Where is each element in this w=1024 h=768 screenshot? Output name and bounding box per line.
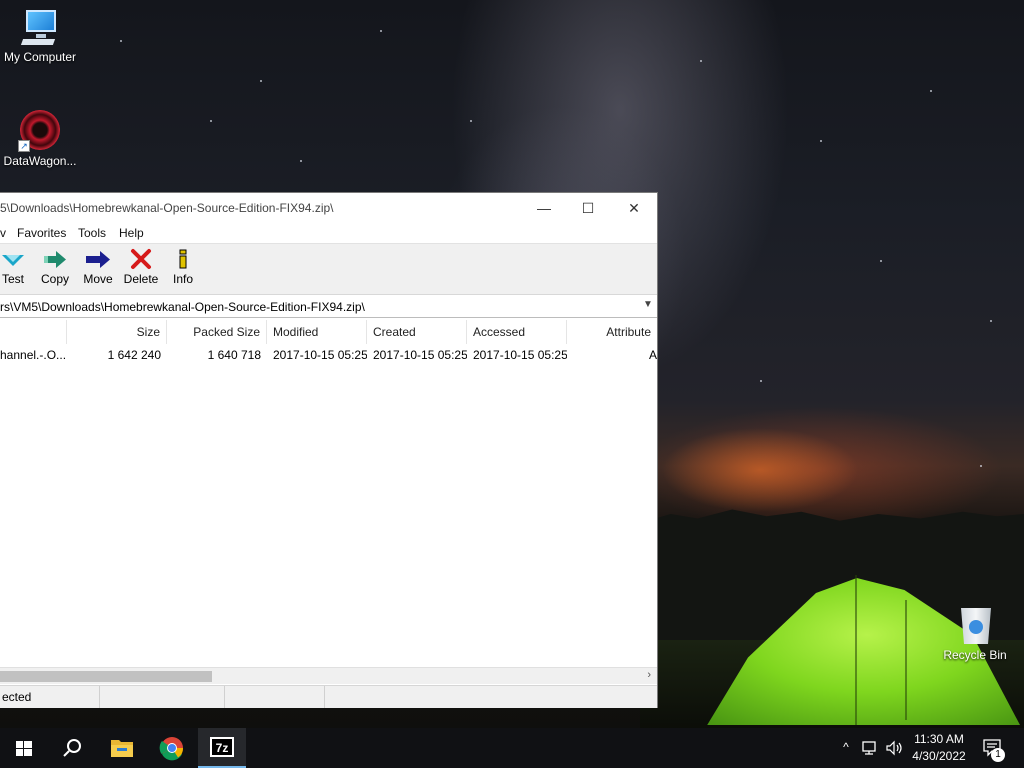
desktop-icon-label: DataWagon... [3,154,77,168]
desktop-icon-label: Recycle Bin [943,648,1007,662]
copy-button[interactable]: Copy [38,248,72,292]
cell-modified: 2017-10-15 05:25 [273,348,367,362]
delete-icon [131,249,151,269]
7zip-label: 7z [216,741,229,755]
volume-icon[interactable] [885,740,905,756]
move-icon [86,251,110,268]
cell-size: 1 642 240 [107,348,161,362]
title-bar[interactable]: 5\Downloads\Homebrewkanal-Open-Source-Ed… [0,193,657,223]
datawagon-icon: ↗ [18,108,62,152]
column-header-accessed[interactable]: Accessed [467,320,567,344]
cell-attributes: A [648,348,657,362]
address-bar[interactable]: rs\VM5\Downloads\Homebrewkanal-Open-Sour… [0,296,657,318]
address-path: rs\VM5\Downloads\Homebrewkanal-Open-Sour… [0,300,365,314]
info-icon [179,249,187,269]
horizontal-scrollbar[interactable]: › [0,667,657,684]
status-segment [100,686,225,708]
column-header-modified[interactable]: Modified [267,320,367,344]
test-button[interactable]: Test [0,248,26,292]
test-icon [2,255,24,266]
file-manager-window: 5\Downloads\Homebrewkanal-Open-Source-Ed… [0,192,658,708]
status-bar: ected [0,685,657,708]
minimize-button[interactable]: — [521,193,567,223]
test-label: Test [1,272,24,286]
menu-item-help[interactable]: Help [119,226,144,240]
copy-icon [44,251,66,268]
desktop-icon-label: My Computer [3,50,77,64]
info-label: Info [172,272,193,286]
menu-item-tools[interactable]: Tools [78,226,106,240]
scrollbar-thumb[interactable] [0,671,212,682]
scroll-right-icon[interactable]: › [647,669,651,681]
search-icon [63,739,81,757]
cell-created: 2017-10-15 05:25 [373,348,467,362]
clock-time[interactable]: 11:30 AM [906,732,972,746]
clock-date[interactable]: 4/30/2022 [906,749,972,763]
move-button[interactable]: Move [80,248,116,292]
window-title: 5\Downloads\Homebrewkanal-Open-Source-Ed… [0,201,334,215]
status-selection: ected [0,686,100,708]
column-header-packed-size[interactable]: Packed Size [167,320,267,344]
file-list: hannel.-.O... 1 642 240 1 640 718 2017-1… [0,344,657,667]
folder-icon [111,740,133,757]
toolbar: Test Copy Move Delete Info [0,243,657,295]
taskbar-7zip[interactable]: 7z [198,728,246,768]
column-header-created[interactable]: Created [367,320,467,344]
chevron-up-icon[interactable]: ^ [838,740,854,754]
column-header-size[interactable]: Size [67,320,167,344]
info-button[interactable]: Info [170,248,196,292]
list-header: Size Packed Size Modified Created Access… [0,320,657,344]
delete-label: Delete [123,272,159,286]
start-button[interactable] [0,728,48,768]
computer-icon [20,8,60,48]
taskbar-chrome[interactable] [148,728,196,768]
taskbar: 7z ^ 11:30 AM 4/30/2022 1 [0,728,1024,768]
cell-packed-size: 1 640 718 [207,348,261,362]
taskbar-file-explorer[interactable] [98,728,146,768]
menu-bar: v Favorites Tools Help [0,223,657,243]
search-button[interactable] [48,728,96,768]
network-icon[interactable] [862,740,880,756]
status-segment [225,686,325,708]
desktop-icon-datawagon[interactable]: ↗ DataWagon... [0,108,80,168]
7zip-icon: 7z [210,737,234,757]
windows-logo-icon [16,741,32,756]
table-row[interactable]: hannel.-.O... 1 642 240 1 640 718 2017-1… [0,346,657,364]
close-button[interactable]: ✕ [611,193,657,223]
maximize-button[interactable]: ☐ [565,193,611,223]
chrome-icon [159,737,184,761]
recycle-bin-icon [955,602,995,646]
notification-badge: 1 [991,748,1005,762]
desktop-icon-recycle-bin[interactable]: Recycle Bin [935,602,1015,662]
menu-item-favorites[interactable]: Favorites [17,226,66,240]
column-header-attributes[interactable]: Attribute [567,320,657,344]
delete-button[interactable]: Delete [122,248,160,292]
move-label: Move [83,272,113,286]
chevron-down-icon[interactable]: ▼ [641,299,655,315]
cell-accessed: 2017-10-15 05:25 [473,348,567,362]
desktop-icon-my-computer[interactable]: My Computer [0,8,80,64]
column-header-name[interactable] [0,320,67,344]
copy-label: Copy [40,272,69,286]
cell-name: hannel.-.O... [0,348,67,362]
shortcut-arrow-icon: ↗ [18,140,30,152]
menu-item-view[interactable]: v [0,226,6,240]
